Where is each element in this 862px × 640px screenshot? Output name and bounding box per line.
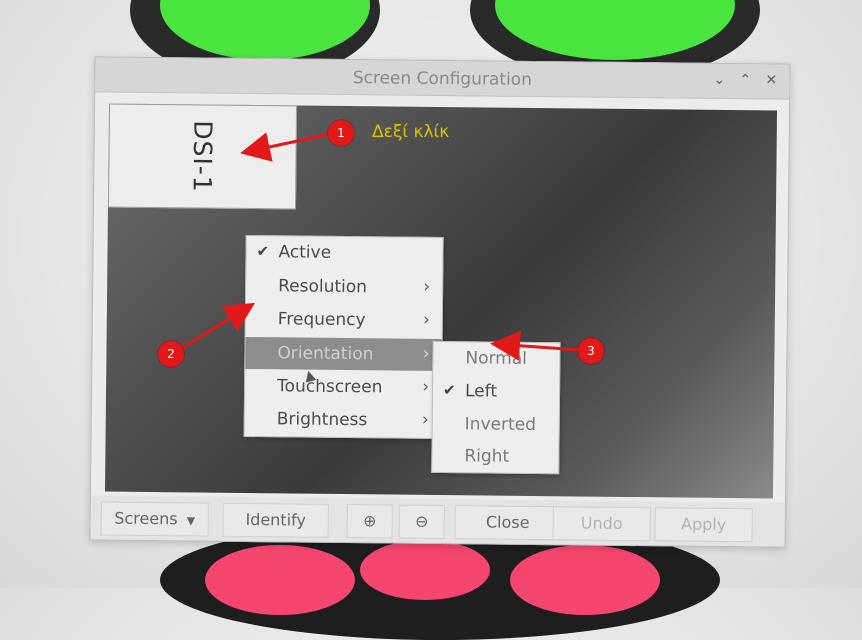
arrow-2	[181, 302, 256, 350]
annotation-right-click-text: Δεξί κλίκ	[372, 122, 450, 142]
arrow-1	[240, 132, 331, 162]
annotation-marker-1: 1	[328, 120, 354, 146]
annotation-marker-2: 2	[158, 341, 184, 367]
annotation-arrows	[181, 132, 581, 361]
annotation-marker-3: 3	[578, 338, 604, 364]
arrow-3	[490, 330, 581, 361]
